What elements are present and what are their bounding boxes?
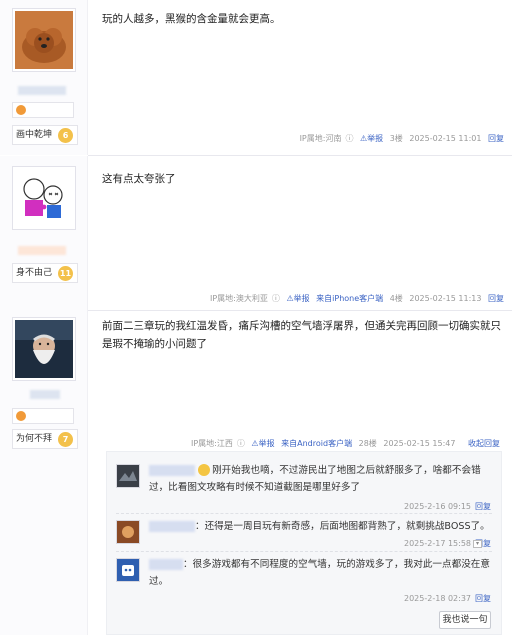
reply-button[interactable]: 回复 [488, 294, 504, 303]
post-content: 前面二三章玩的我红温发昏，痛斥沟槽的空气墙浮屠界，但通关完再回顾一切确实就只是瑕… [102, 320, 501, 350]
chevron-down-icon[interactable]: ▾ [473, 540, 482, 548]
sub-reply-time: 2025-2-17 15:58 [404, 539, 471, 548]
sub-reply-username[interactable] [149, 558, 183, 570]
author-panel: 身不由己 11 [0, 156, 88, 311]
post-meta: IP属地:江西 ⓘ ⚠举报 来自Android客户端 28楼 2025-02-15… [187, 438, 500, 449]
avatar[interactable] [12, 166, 76, 230]
sub-reply-meta: 2025-2-16 09:15 回复 [404, 501, 491, 512]
floor-number: 28楼 [358, 439, 377, 448]
level-badge[interactable]: 画中乾坤 6 [12, 125, 78, 145]
floor-number: 3楼 [389, 134, 403, 143]
ip-location: IP属地:河南 [299, 134, 342, 143]
divider [116, 551, 492, 552]
divider [116, 513, 492, 514]
sub-reply-username[interactable] [149, 464, 195, 476]
author-panel: 画中乾坤 6 [0, 0, 88, 155]
sub-reply-text: ：还得是一周目玩有新奇感，后面地图都背熟了，就剩挑战BOSS了。 [149, 518, 495, 535]
ip-location: IP属地:江西 [190, 439, 233, 448]
reply-button[interactable]: 回复 [488, 134, 504, 143]
client-source-link[interactable]: 来自iPhone客户端 [316, 294, 383, 303]
post-time: 2025-02-15 11:13 [409, 294, 482, 303]
cartoon-avatar-icon [15, 169, 73, 227]
post-content: 这有点太夸张了 [102, 173, 176, 185]
add-comment-button[interactable]: 我也说一句 [439, 611, 491, 629]
sub-reply-button[interactable]: 回复 [475, 502, 491, 511]
level-badge[interactable]: 身不由己 11 [12, 263, 78, 283]
username[interactable] [30, 390, 60, 399]
avatar[interactable] [116, 558, 140, 582]
username[interactable] [18, 86, 66, 95]
level-number: 6 [58, 128, 73, 143]
ip-location: IP属地:澳大利亚 [210, 294, 268, 303]
sub-reply-username[interactable] [149, 520, 195, 532]
level-name: 画中乾坤 [16, 130, 53, 140]
member-badge[interactable] [12, 408, 74, 424]
level-name: 身不由己 [16, 268, 53, 278]
sub-reply-time: 2025-2-18 02:37 [404, 594, 471, 603]
sub-reply-meta: 2025-2-18 02:37 回复 [404, 593, 491, 604]
post-floor-4: 身不由己 11 这有点太夸张了 IP属地:澳大利亚 ⓘ ⚠举报 来自iPhone客… [0, 156, 512, 311]
avatar[interactable] [12, 8, 76, 72]
dog-avatar-icon [15, 11, 73, 69]
avatar[interactable] [12, 317, 76, 381]
help-icon[interactable]: ⓘ [345, 134, 353, 143]
post-meta: IP属地:河南 ⓘ ⚠举报 3楼 2025-02-15 11:01 回复 [296, 133, 504, 144]
avatar[interactable] [116, 520, 140, 544]
help-icon[interactable]: ⓘ [272, 294, 280, 303]
level-number: 11 [58, 266, 73, 281]
report-link[interactable]: ⚠举报 [360, 134, 383, 143]
sub-reply-button[interactable]: 回复 [475, 594, 491, 603]
robot-avatar-icon [117, 559, 139, 581]
sub-reply-time: 2025-2-16 09:15 [404, 502, 471, 511]
badge-icon [16, 411, 26, 421]
smile-emoji-icon [198, 464, 211, 476]
report-link[interactable]: ⚠举报 [286, 294, 309, 303]
old-man-avatar-icon [15, 320, 73, 378]
member-badge[interactable] [12, 102, 74, 118]
post-floor-3: 画中乾坤 6 玩的人越多，黑猴的含金量就会更高。 IP属地:河南 ⓘ ⚠举报 3楼… [0, 0, 512, 155]
dark-scene-avatar-icon [117, 465, 139, 487]
post-time: 2025-02-15 11:01 [409, 134, 482, 143]
level-number: 7 [58, 432, 73, 447]
avatar[interactable] [116, 464, 140, 488]
post-meta: IP属地:澳大利亚 ⓘ ⚠举报 来自iPhone客户端 4楼 2025-02-15… [206, 293, 504, 304]
warm-avatar-icon [117, 521, 139, 543]
client-source-link[interactable]: 来自Android客户端 [281, 439, 352, 448]
report-link[interactable]: ⚠举报 [251, 439, 274, 448]
help-icon[interactable]: ⓘ [237, 439, 245, 448]
level-name: 为何不拜 [16, 434, 53, 444]
author-panel: 为何不拜 7 [0, 311, 88, 635]
badge-icon [16, 105, 26, 115]
sub-reply-text: 刚开始我也嘀，不过游民出了地图之后就舒服多了，啥都不会错过，比看图文攻略有时候不… [149, 464, 481, 493]
username[interactable] [18, 246, 66, 255]
sub-reply-box: 刚开始我也嘀，不过游民出了地图之后就舒服多了，啥都不会错过，比看图文攻略有时候不… [106, 451, 502, 635]
post-content: 玩的人越多，黑猴的含金量就会更高。 [102, 13, 281, 25]
floor-number: 4楼 [389, 294, 403, 303]
level-badge[interactable]: 为何不拜 7 [12, 429, 78, 449]
sub-reply-text: ：很多游戏都有不同程度的空气墙，玩的游戏多了，我对此一点都没在意过。 [149, 558, 490, 587]
collapse-replies-button[interactable]: 收起回复 [468, 439, 500, 448]
post-time: 2025-02-15 15:47 [383, 439, 456, 448]
